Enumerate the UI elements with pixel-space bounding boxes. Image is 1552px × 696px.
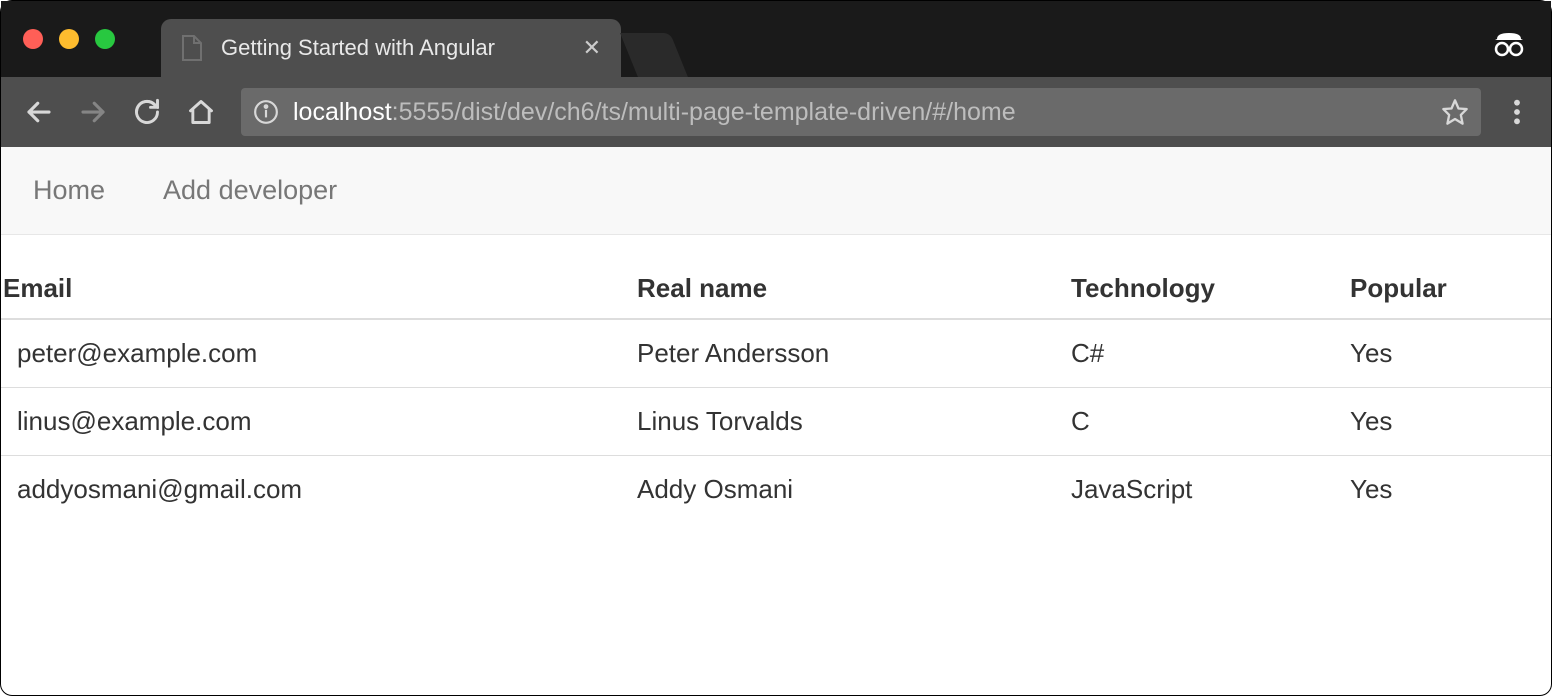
nav-link-add-developer[interactable]: Add developer xyxy=(163,175,337,206)
forward-button[interactable] xyxy=(69,88,117,136)
table-header-name: Real name xyxy=(621,273,1055,319)
table-cell-popular: Yes xyxy=(1334,456,1551,524)
nav-link-home[interactable]: Home xyxy=(33,175,105,206)
app-navbar: Home Add developer xyxy=(1,147,1551,235)
table-cell-email: addyosmani@gmail.com xyxy=(1,456,621,524)
table-cell-popular: Yes xyxy=(1334,319,1551,388)
tab-close-button[interactable]: ✕ xyxy=(583,37,601,59)
tab-title: Getting Started with Angular xyxy=(221,35,563,61)
file-icon xyxy=(179,34,203,62)
browser-toolbar: localhost:5555/dist/dev/ch6/ts/multi-pag… xyxy=(1,77,1551,147)
table-cell-email: linus@example.com xyxy=(1,388,621,456)
window-maximize-button[interactable] xyxy=(95,29,115,49)
table-cell-email: peter@example.com xyxy=(1,319,621,388)
window-controls xyxy=(23,29,115,49)
incognito-icon xyxy=(1491,25,1527,66)
window-minimize-button[interactable] xyxy=(59,29,79,49)
browser-tab[interactable]: Getting Started with Angular ✕ xyxy=(161,19,621,77)
table-cell-popular: Yes xyxy=(1334,388,1551,456)
table-row: peter@example.comPeter AnderssonC#Yes xyxy=(1,319,1551,388)
bookmark-star-icon[interactable] xyxy=(1441,98,1469,126)
developers-table: Email Real name Technology Popular peter… xyxy=(1,273,1551,523)
window-close-button[interactable] xyxy=(23,29,43,49)
table-cell-name: Addy Osmani xyxy=(621,456,1055,524)
table-row: linus@example.comLinus TorvaldsCYes xyxy=(1,388,1551,456)
table-cell-tech: JavaScript xyxy=(1055,456,1334,524)
browser-tab-strip: Getting Started with Angular ✕ xyxy=(1,1,1551,77)
table-cell-name: Peter Andersson xyxy=(621,319,1055,388)
table-cell-name: Linus Torvalds xyxy=(621,388,1055,456)
home-button[interactable] xyxy=(177,88,225,136)
new-tab-button[interactable] xyxy=(620,33,688,77)
reload-button[interactable] xyxy=(123,88,171,136)
table-cell-tech: C# xyxy=(1055,319,1334,388)
table-row: addyosmani@gmail.comAddy OsmaniJavaScrip… xyxy=(1,456,1551,524)
browser-menu-button[interactable] xyxy=(1497,88,1537,136)
table-header-technology: Technology xyxy=(1055,273,1334,319)
address-bar[interactable]: localhost:5555/dist/dev/ch6/ts/multi-pag… xyxy=(241,88,1481,136)
url-text: localhost:5555/dist/dev/ch6/ts/multi-pag… xyxy=(293,98,1016,127)
table-header-email: Email xyxy=(1,273,621,319)
page-content: Home Add developer Email Real name Techn… xyxy=(1,147,1551,523)
info-icon xyxy=(253,99,279,125)
table-header-popular: Popular xyxy=(1334,273,1551,319)
table-cell-tech: C xyxy=(1055,388,1334,456)
back-button[interactable] xyxy=(15,88,63,136)
